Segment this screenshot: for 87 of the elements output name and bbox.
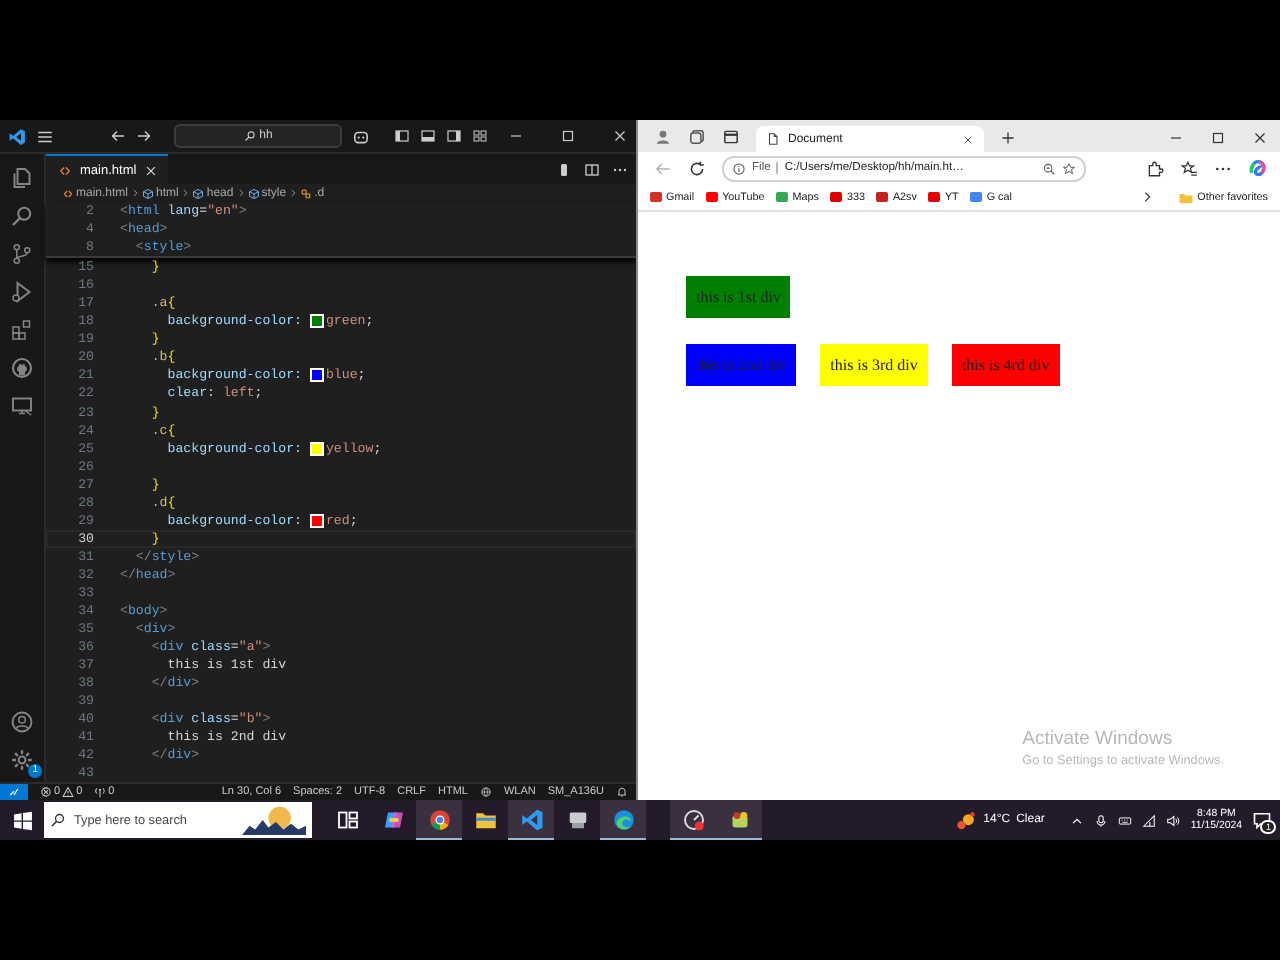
color-swatch[interactable] [309, 314, 324, 329]
colored-block: this is 2nd div [686, 344, 797, 386]
profile-icon[interactable] [654, 128, 672, 146]
globe-icon[interactable] [479, 786, 492, 798]
assistant-icon[interactable] [381, 808, 405, 832]
gauge-icon[interactable] [681, 807, 705, 831]
browser-icon[interactable] [427, 807, 451, 831]
windows-logo-icon [11, 809, 33, 831]
zoom-out-icon[interactable] [1042, 161, 1056, 175]
refresh-icon[interactable] [688, 159, 706, 177]
chevron-icon[interactable] [1139, 190, 1154, 204]
search-icon[interactable] [10, 204, 34, 228]
computer-icon[interactable] [565, 808, 589, 832]
info-icon[interactable] [732, 161, 746, 175]
warning-icon [62, 786, 75, 798]
robot-icon[interactable] [351, 127, 370, 145]
folder-icon[interactable] [473, 808, 497, 832]
split-editor-icon[interactable] [584, 161, 600, 177]
star-icon[interactable] [1062, 161, 1076, 175]
cube-icon [247, 187, 260, 199]
workspaces-icon[interactable] [688, 128, 706, 146]
account-icon[interactable] [10, 710, 34, 734]
colored-block: this is 3rd div [820, 344, 928, 386]
files-icon[interactable] [10, 166, 34, 190]
search-icon [243, 130, 256, 142]
landscape-drawing [242, 804, 306, 836]
forward-arrow-icon[interactable] [136, 128, 152, 144]
search-icon [50, 812, 66, 828]
code-editor-logo-icon [8, 127, 26, 145]
remote-icon [8, 786, 20, 798]
close-icon[interactable] [1252, 130, 1268, 146]
activation-title: Activate Windows [1022, 728, 1175, 750]
extensions-icon[interactable] [1146, 159, 1164, 177]
layout-icon[interactable] [471, 128, 488, 144]
tab-actions-icon[interactable] [722, 128, 740, 146]
page-icon [766, 132, 780, 146]
panel-toggle-icon[interactable] [419, 128, 436, 144]
cube-icon [192, 187, 205, 199]
menu-icon[interactable] [36, 127, 54, 145]
chevron-up-icon[interactable] [1070, 813, 1085, 827]
task-view-icon[interactable] [335, 808, 359, 832]
color-swatch[interactable] [309, 368, 324, 383]
html-file-icon [62, 187, 74, 199]
error-icon [40, 786, 52, 798]
secondary-sidebar-icon[interactable] [445, 128, 462, 144]
close-icon[interactable] [962, 133, 974, 145]
code-editor-icon[interactable] [519, 807, 543, 831]
settings-icon[interactable] [10, 748, 34, 772]
colored-block: this is 1st div [686, 276, 791, 318]
antenna-icon [94, 786, 107, 798]
taskbar-button[interactable] [600, 800, 646, 840]
new-tab-icon[interactable] [1000, 130, 1016, 146]
swirl-icon[interactable] [1248, 158, 1268, 178]
chevron-icon [288, 188, 299, 198]
network-icon[interactable] [1142, 813, 1157, 827]
browser-icon[interactable] [611, 807, 635, 831]
game-icon[interactable] [727, 807, 751, 831]
taskbar-button[interactable] [716, 800, 762, 840]
remote-button[interactable] [0, 784, 28, 800]
cube-icon [142, 187, 155, 199]
taskbar-button[interactable] [416, 800, 462, 840]
color-swatch[interactable] [309, 441, 324, 456]
chevron-icon [130, 188, 141, 198]
monitor-icon[interactable] [10, 394, 34, 418]
bell-icon[interactable] [616, 786, 628, 798]
microphone-icon[interactable] [1094, 813, 1109, 827]
source-control-icon[interactable] [10, 242, 34, 266]
taskbar-button[interactable] [670, 800, 716, 840]
cat-icon[interactable] [10, 356, 34, 380]
notification-icon[interactable] [1252, 810, 1272, 830]
weather-icon [955, 809, 978, 831]
colored-block: this is 4rd div [951, 344, 1060, 386]
run-debug-icon[interactable] [10, 280, 34, 304]
keyboard-icon[interactable] [1118, 813, 1133, 827]
maximize-icon[interactable] [1210, 130, 1226, 146]
preview-icon[interactable] [556, 161, 572, 177]
color-swatch[interactable] [309, 513, 324, 528]
folder-icon [1177, 189, 1194, 205]
favorites-icon[interactable] [1180, 159, 1198, 177]
volume-icon[interactable] [1166, 813, 1181, 827]
sidebar-toggle-icon[interactable] [393, 128, 410, 144]
chevron-icon [180, 188, 191, 198]
back-arrow-icon[interactable] [110, 128, 126, 144]
taskbar-button[interactable] [508, 800, 554, 840]
html-file-icon [58, 163, 72, 177]
selector-icon [300, 187, 313, 199]
chevron-icon [235, 188, 246, 198]
